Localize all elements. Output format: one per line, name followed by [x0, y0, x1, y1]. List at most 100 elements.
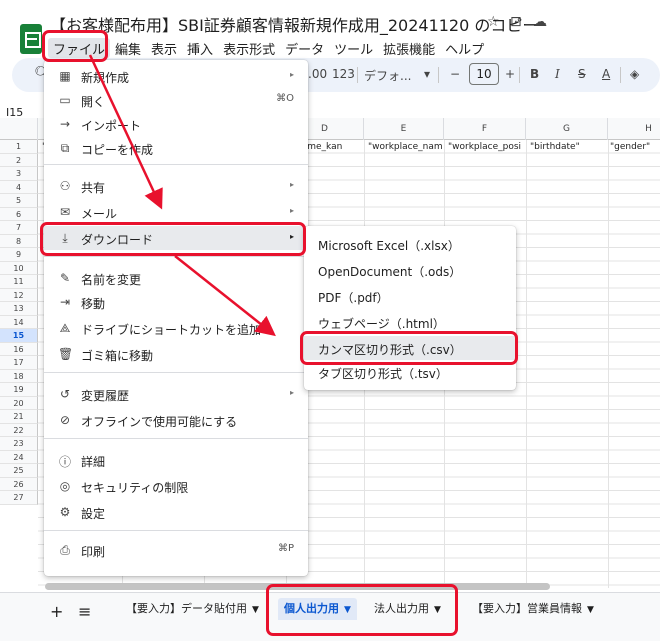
menu-item-trash[interactable]: 🗑︎ ゴミ箱に移動	[44, 342, 308, 366]
drive-shortcut-icon: ⟁	[59, 321, 71, 335]
row-header[interactable]: 24	[0, 450, 38, 464]
menu-item-offline[interactable]: ⊘ オフラインで使用可能にする	[44, 408, 308, 432]
folder-move-icon[interactable]: ⊡	[510, 14, 522, 30]
rename-icon: ✎	[59, 271, 71, 285]
cell-h1[interactable]: "gender"	[610, 142, 660, 152]
row-header[interactable]: 20	[0, 396, 38, 410]
decimal-more-button[interactable]: .00	[308, 67, 327, 81]
cell-f1[interactable]: "workplace_posi	[448, 142, 526, 152]
row-header[interactable]: 26	[0, 477, 38, 491]
row-header[interactable]: 4	[0, 180, 38, 194]
row-header[interactable]: 23	[0, 437, 38, 451]
row-header[interactable]: 16	[0, 342, 38, 356]
sheet-tab-data-paste[interactable]: 【要入力】データ貼付用 ▼	[120, 598, 265, 620]
number-format-button[interactable]: 123	[332, 67, 355, 81]
document-title[interactable]: 【お客様配布用】SBI証券顧客情報新規作成用_20241120 のコピー	[50, 12, 538, 36]
highlight-csv	[300, 331, 518, 365]
cell-g1[interactable]: "birthdate"	[530, 142, 608, 152]
row-header[interactable]: 6	[0, 207, 38, 221]
menu-item-new[interactable]: ▦ 新規作成 ▸	[44, 64, 308, 88]
cell-e1[interactable]: "workplace_nam	[368, 142, 444, 152]
menu-item-move[interactable]: ⇥ 移動	[44, 290, 308, 314]
column-header-e[interactable]: E	[364, 118, 444, 140]
row-header[interactable]: 1	[0, 140, 38, 154]
column-header-f[interactable]: F	[444, 118, 526, 140]
menu-item-security[interactable]: ◎ セキュリティの制限	[44, 474, 308, 498]
italic-button[interactable]: I	[555, 67, 560, 81]
row-header[interactable]: 11	[0, 275, 38, 289]
row-header[interactable]: 14	[0, 315, 38, 329]
download-xlsx[interactable]: Microsoft Excel（.xlsx）	[304, 232, 516, 256]
row-header[interactable]: 15	[0, 329, 38, 343]
menu-bar: ファイル 編集 表示 挿入 表示形式 データ ツール 拡張機能 ヘルプ	[48, 38, 489, 58]
highlight-sheet-tabs	[266, 584, 458, 636]
row-header[interactable]: 18	[0, 369, 38, 383]
column-header-h[interactable]: H	[608, 118, 660, 140]
row-header[interactable]: 9	[0, 248, 38, 262]
menu-help[interactable]: ヘルプ	[440, 38, 489, 58]
menu-item-print[interactable]: ⎙ 印刷 ⌘P	[44, 538, 308, 562]
sheets-logo[interactable]	[20, 24, 42, 54]
move-icon: ⇥	[59, 295, 71, 309]
row-header[interactable]: 17	[0, 356, 38, 370]
menu-item-import[interactable]: → インポート	[44, 112, 308, 136]
row-header[interactable]: 19	[0, 383, 38, 397]
menu-item-open[interactable]: ▭ 開く ⌘O	[44, 88, 308, 112]
menu-tools[interactable]: ツール	[329, 38, 378, 58]
row-header[interactable]: 10	[0, 261, 38, 275]
menu-item-rename[interactable]: ✎ 名前を変更	[44, 266, 308, 290]
menu-item-make-copy[interactable]: ⧉ コピーを作成	[44, 136, 308, 160]
bold-button[interactable]: B	[530, 67, 539, 81]
row-header[interactable]: 3	[0, 167, 38, 181]
download-submenu: Microsoft Excel（.xlsx） OpenDocument（.ods…	[304, 226, 516, 390]
row-headers: 1 2 3 4 5 6 7 8 9 10 11 12 13 14 15 16 17 18 19 20 21 22 23 24 2…	[0, 140, 38, 505]
menu-item-details[interactable]: ⓘ 詳細	[44, 448, 308, 472]
row-header[interactable]: 5	[0, 194, 38, 208]
column-header-g[interactable]: G	[526, 118, 608, 140]
row-header[interactable]: 25	[0, 464, 38, 478]
menu-view[interactable]: 表示	[146, 38, 182, 58]
menu-data[interactable]: データ	[280, 38, 329, 58]
menu-item-email[interactable]: ✉ メール ▸	[44, 200, 308, 224]
row-header[interactable]: 7	[0, 221, 38, 235]
menu-item-share[interactable]: ⚇ 共有 ▸	[44, 174, 308, 198]
row-header[interactable]: 12	[0, 288, 38, 302]
fill-color-icon[interactable]: ◈	[630, 67, 639, 81]
row-header[interactable]: 8	[0, 234, 38, 248]
menu-item-add-shortcut[interactable]: ⟁ ドライブにショートカットを追加	[44, 316, 308, 340]
offline-icon: ⊘	[59, 413, 71, 427]
all-sheets-button[interactable]: ≡	[78, 602, 91, 621]
highlight-file-menu	[42, 30, 108, 62]
strikethrough-button[interactable]: S	[578, 67, 586, 81]
row-header[interactable]: 21	[0, 410, 38, 424]
font-size-decrease-button[interactable]: −	[450, 67, 460, 81]
font-size-input[interactable]: 10	[469, 63, 499, 85]
mail-icon: ✉	[59, 205, 71, 219]
row-header[interactable]: 27	[0, 491, 38, 505]
settings-icon: ⚙	[59, 505, 71, 519]
menu-extensions[interactable]: 拡張機能	[378, 38, 440, 58]
chevron-down-icon[interactable]: ▾	[424, 67, 430, 81]
row-header[interactable]: 13	[0, 302, 38, 316]
copy-icon: ⧉	[60, 141, 70, 155]
add-sheet-button[interactable]: +	[50, 602, 63, 621]
open-folder-icon: ▭	[59, 93, 71, 107]
row-header[interactable]: 2	[0, 153, 38, 167]
menu-item-version-history[interactable]: ↺ 変更履歴 ▸	[44, 382, 308, 406]
menu-edit[interactable]: 編集	[110, 38, 146, 58]
text-color-button[interactable]: A	[602, 67, 610, 81]
sheet-tab-sales-staff[interactable]: 【要入力】営業員情報 ▼	[466, 598, 600, 620]
cloud-status-icon[interactable]: ☁	[533, 14, 547, 30]
trash-icon: 🗑︎	[58, 347, 74, 361]
history-icon: ↺	[59, 387, 71, 401]
row-header[interactable]: 22	[0, 423, 38, 437]
menu-item-settings[interactable]: ⚙ 設定	[44, 500, 308, 524]
menu-format[interactable]: 表示形式	[218, 38, 280, 58]
download-pdf[interactable]: PDF（.pdf）	[304, 284, 516, 308]
menu-insert[interactable]: 挿入	[182, 38, 218, 58]
font-family-select[interactable]: デフォ...	[364, 67, 411, 84]
star-icon[interactable]: ☆	[487, 14, 500, 30]
file-menu: ▦ 新規作成 ▸ ▭ 開く ⌘O → インポート ⧉ コピーを作成 ⚇ 共有 ▸ ✉ メール ▸ ⤓…	[44, 60, 308, 576]
download-ods[interactable]: OpenDocument（.ods）	[304, 258, 516, 282]
font-size-increase-button[interactable]: +	[505, 67, 515, 81]
